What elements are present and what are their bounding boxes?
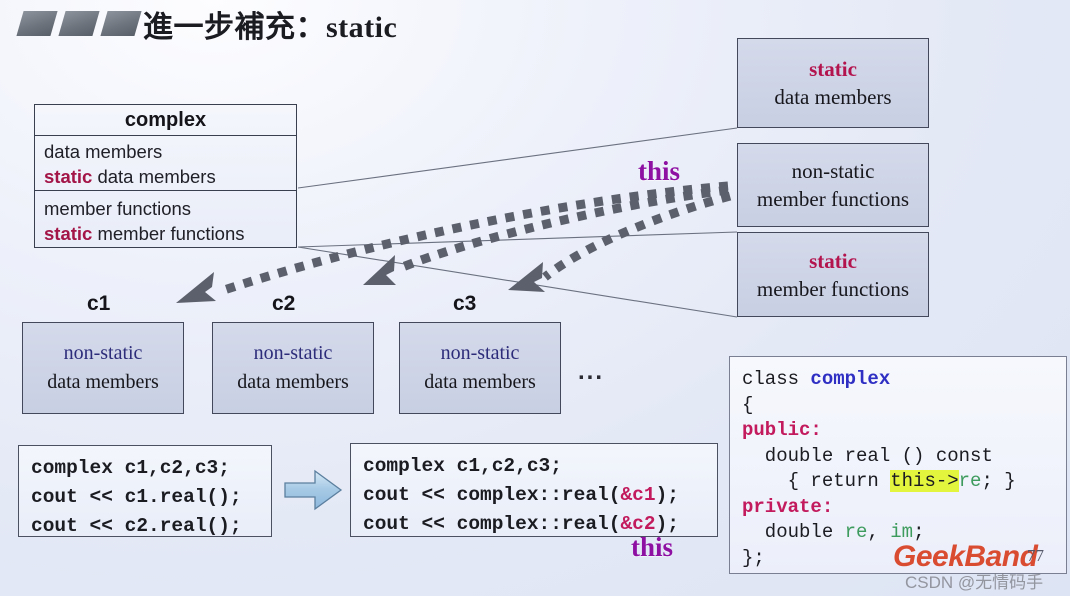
arrowhead-c1 [176, 272, 216, 303]
instance-box-c1: non-static data members [22, 322, 184, 414]
box-static-data-members-text: static data members [738, 55, 928, 111]
code-field-sep: , [867, 521, 891, 543]
label-non-static: non-static [253, 342, 333, 364]
dotted-arrow-to-c3-shaft [542, 191, 732, 281]
box-static-data-members: static data members [737, 38, 929, 128]
code-line-3: cout << c2.real(); [31, 515, 242, 537]
uml-row-text: member functions [44, 198, 192, 219]
label-data-members: data members [47, 371, 159, 393]
uml-row-member-functions: member functions [44, 196, 296, 221]
code-method-signature: double real () const [742, 444, 993, 467]
code-line-3-pre: cout << complex::real( [363, 513, 621, 535]
box-static-member-functions-text: static member functions [738, 247, 928, 303]
label-data-members: data members [774, 85, 892, 109]
box-static-member-functions: static member functions [737, 232, 929, 317]
code-class-name: complex [810, 368, 891, 390]
uml-row-text: data members [44, 141, 163, 162]
uml-row-static-data-members: static data members [44, 164, 296, 189]
instance-box-c3: non-static data members [399, 322, 561, 414]
bullet-parallelogram-icon [100, 11, 142, 36]
code-close-brace: }; [742, 546, 765, 569]
label-member-functions: member functions [756, 187, 910, 211]
code-line-1: complex c1,c2,c3; [363, 455, 562, 477]
code-field-type: double [742, 521, 845, 543]
code-line-1: complex c1,c2,c3; [31, 457, 230, 479]
label-non-static: non-static [791, 159, 875, 183]
code-line-2-pre: cout << complex::real( [363, 484, 621, 506]
instance-label-c3: c3 [453, 292, 477, 315]
slide-canvas: 進一步補充：static complex data members static… [0, 0, 1070, 596]
connector-line-nonstatic-fn [297, 231, 738, 248]
uml-class-complex: complex data members static data members… [34, 104, 297, 248]
label-non-static: non-static [440, 342, 520, 364]
code-highlight-this-pointer: this-> [890, 470, 959, 492]
transform-arrow-icon [284, 469, 343, 511]
code-return-pre: { return [742, 470, 891, 492]
arrowhead-c2 [363, 255, 396, 285]
csdn-watermark: CSDN @无情码手 [905, 573, 1044, 592]
code-line-2-amp: &c1 [620, 484, 656, 506]
instance-box-c3-text: non-static data members [400, 339, 560, 397]
code-block-static-call: complex c1,c2,c3; cout << complex::real(… [350, 443, 718, 537]
code-access-private: private: [742, 495, 834, 518]
label-non-static: non-static [63, 342, 143, 364]
code-open-brace: { [742, 393, 754, 416]
code-block-member-call: complex c1,c2,c3; cout << c1.real(); cou… [18, 445, 272, 537]
code-access-public: public: [742, 419, 822, 441]
code-line-3-post: ); [655, 513, 679, 535]
uml-row-text: data members [97, 166, 216, 187]
label-member-functions: member functions [756, 276, 910, 301]
instance-label-c2: c2 [272, 292, 296, 315]
arrowhead-c3 [508, 262, 545, 292]
code-return-post: ; } [981, 470, 1016, 492]
page-number: 77 [1027, 546, 1044, 565]
page-title: 進一步補充：static [143, 11, 398, 44]
uml-class-name: complex [35, 105, 296, 136]
code-line-2: cout << c1.real(); [31, 486, 242, 508]
code-line-3-amp: &c2 [620, 513, 656, 535]
keyword-static: static [44, 166, 93, 187]
label-this-top: this [638, 156, 681, 186]
bullet-parallelogram-icon [58, 11, 100, 36]
bullet-parallelogram-icon [16, 11, 58, 36]
label-data-members: data members [237, 371, 349, 393]
uml-data-members-section: data members static data members [35, 136, 296, 191]
instances-ellipsis: ... [578, 358, 605, 385]
code-line-2-post: ); [655, 484, 679, 506]
code-member-re: re [958, 470, 982, 492]
label-data-members: data members [424, 371, 536, 393]
instance-box-c1-text: non-static data members [23, 339, 183, 397]
box-non-static-member-functions: non-static member functions [737, 143, 929, 227]
connector-line-static-fn [297, 246, 738, 318]
dotted-arrowheads [176, 255, 545, 303]
dotted-arrow-to-c2-shaft [398, 185, 729, 273]
instance-label-c1: c1 [87, 292, 111, 315]
label-static: static [809, 57, 857, 81]
label-static: static [809, 248, 857, 273]
uml-member-functions-section: member functions static member functions [35, 191, 296, 248]
box-non-static-member-functions-text: non-static member functions [738, 157, 928, 213]
code-keyword-class: class [742, 368, 811, 390]
instance-box-c2: non-static data members [212, 322, 374, 414]
instance-box-c2-text: non-static data members [213, 339, 373, 397]
code-field-re: re [844, 521, 868, 543]
uml-row-text: member functions [97, 223, 245, 244]
uml-row-static-member-functions: static member functions [44, 221, 296, 246]
keyword-static: static [44, 223, 93, 244]
uml-row-data-members: data members [44, 139, 296, 164]
